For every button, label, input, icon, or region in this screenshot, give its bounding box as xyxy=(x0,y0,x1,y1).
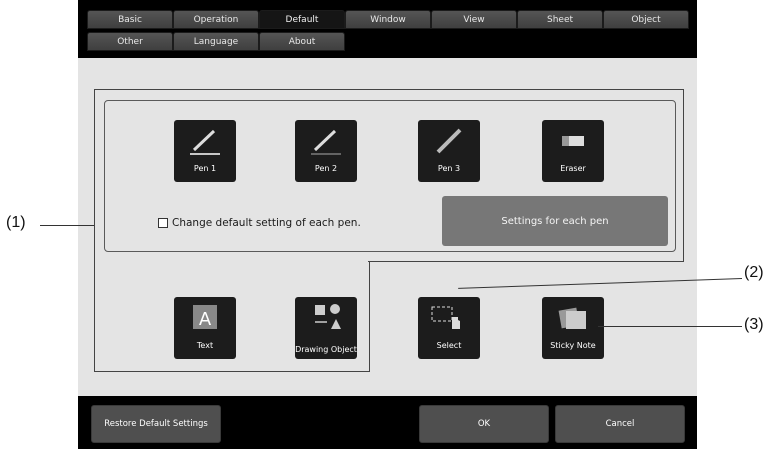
select-hand-icon xyxy=(418,303,480,333)
select-tool-button[interactable]: Select xyxy=(418,297,480,359)
checkbox[interactable] xyxy=(158,218,168,228)
eraser-button[interactable]: Eraser xyxy=(542,120,604,182)
settings-dialog: Basic Operation Default Window View Shee… xyxy=(78,0,697,449)
eraser-label: Eraser xyxy=(560,164,586,173)
tab-language[interactable]: Language xyxy=(173,32,259,51)
tab-sheet[interactable]: Sheet xyxy=(517,10,603,29)
sticky-note-button[interactable]: Sticky Note xyxy=(542,297,604,359)
cancel-button[interactable]: Cancel xyxy=(555,405,685,443)
tab-window[interactable]: Window xyxy=(345,10,431,29)
restore-default-settings-button[interactable]: Restore Default Settings xyxy=(91,405,221,443)
pen-icon xyxy=(418,126,480,156)
tab-other[interactable]: Other xyxy=(87,32,173,51)
drawing-object-button[interactable]: Drawing Object xyxy=(295,297,357,359)
pen-icon xyxy=(174,126,236,156)
sticky-note-icon xyxy=(542,303,604,333)
pen-2-button[interactable]: Pen 2 xyxy=(295,120,357,182)
callout-3-leader xyxy=(598,326,742,327)
text-tool-button[interactable]: A Text xyxy=(174,297,236,359)
select-tool-label: Select xyxy=(436,341,462,350)
pen-1-label: Pen 1 xyxy=(193,164,217,173)
callout-3-label: (3) xyxy=(744,316,764,333)
pen-1-button[interactable]: Pen 1 xyxy=(174,120,236,182)
text-tool-label: Text xyxy=(196,341,214,350)
pen-3-button[interactable]: Pen 3 xyxy=(418,120,480,182)
pen-3-label: Pen 3 xyxy=(437,164,461,173)
tab-basic[interactable]: Basic xyxy=(87,10,173,29)
callout-1-label: (1) xyxy=(6,214,26,231)
pen-2-label: Pen 2 xyxy=(314,164,338,173)
eraser-icon xyxy=(542,126,604,156)
svg-text:A: A xyxy=(199,309,212,330)
shapes-icon xyxy=(295,303,357,333)
change-default-checkbox-row[interactable]: Change default setting of each pen. xyxy=(158,217,361,229)
tab-operation[interactable]: Operation xyxy=(173,10,259,29)
drawing-object-label: Drawing Object xyxy=(295,345,357,354)
callout-1-leader xyxy=(40,225,94,226)
tab-about[interactable]: About xyxy=(259,32,345,51)
text-icon: A xyxy=(174,303,236,333)
callout-1-outline-mid xyxy=(368,261,684,262)
sticky-note-label: Sticky Note xyxy=(550,341,596,350)
callout-2-label: (2) xyxy=(744,264,764,281)
tab-view[interactable]: View xyxy=(431,10,517,29)
settings-for-each-pen-button[interactable]: Settings for each pen xyxy=(442,196,668,246)
checkbox-label: Change default setting of each pen. xyxy=(172,217,361,229)
ok-button[interactable]: OK xyxy=(419,405,549,443)
tab-object[interactable]: Object xyxy=(603,10,689,29)
default-settings-panel: Pen 1 Pen 2 Pen 3 Eraser Change default … xyxy=(78,58,697,396)
tab-default[interactable]: Default xyxy=(259,10,345,29)
pen-icon xyxy=(295,126,357,156)
